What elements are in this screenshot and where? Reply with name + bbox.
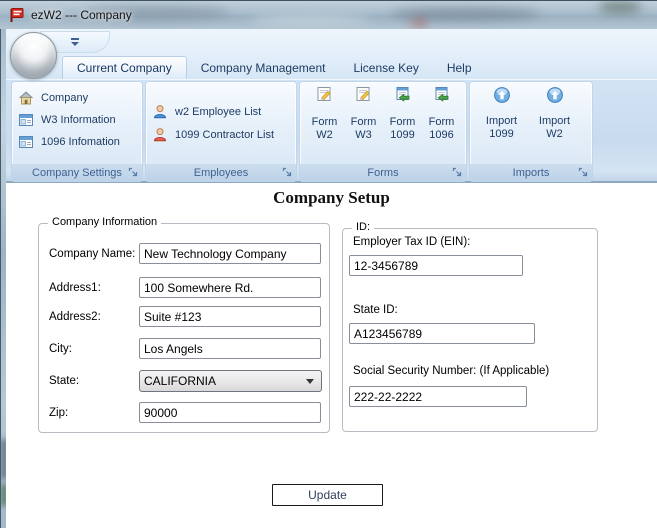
- house-icon: [19, 91, 33, 104]
- ribbon-tab-row: Current Company Company Management Licen…: [6, 56, 657, 79]
- page-title: Company Setup: [273, 188, 390, 207]
- person-blue-icon: [153, 104, 167, 118]
- ribbon-item-label: w2 Employee List: [175, 105, 262, 118]
- title-bar: ezW2 --- Company: [0, 0, 657, 29]
- window-title: ezW2 --- Company: [31, 8, 132, 22]
- company-name-label: Company Name:: [49, 247, 136, 260]
- tab-license-key[interactable]: License Key: [339, 56, 432, 79]
- application-menu-button[interactable]: [10, 32, 57, 79]
- city-label: City:: [49, 342, 72, 355]
- address1-label: Address1:: [49, 281, 101, 294]
- ein-field[interactable]: [349, 255, 523, 276]
- address2-label: Address2:: [49, 310, 101, 323]
- ribbon-group-imports: Import 1099 Import W2 Imports: [470, 82, 592, 181]
- button-label-line1: Form: [311, 116, 338, 128]
- group-label: Forms: [367, 166, 399, 179]
- form-1096-button[interactable]: Form 1096: [422, 86, 461, 142]
- id-groupbox: ID: Employer Tax ID (EIN): State ID: Soc…: [342, 221, 598, 432]
- ribbon-group-company-settings: Company W3 Information 1096 Infomation C…: [12, 82, 142, 181]
- ribbon-group-employees: w2 Employee List 1099 Contractor List Em…: [146, 82, 296, 181]
- document-arrow-icon: [435, 87, 449, 102]
- import-icon: [493, 87, 510, 103]
- import-icon: [546, 87, 563, 103]
- ssn-field[interactable]: [349, 386, 527, 407]
- group-label: Imports: [512, 166, 550, 179]
- zip-field[interactable]: [139, 402, 321, 423]
- ribbon-item-label: Company: [41, 91, 89, 104]
- ribbon-group-footer: Imports: [470, 164, 592, 181]
- ssn-label: Social Security Number: (If Applicable): [353, 365, 550, 377]
- company-information-groupbox: Company Information Company Name: Addres…: [38, 216, 330, 433]
- edit-document-icon: [317, 87, 331, 101]
- dialog-launcher-icon[interactable]: [282, 167, 293, 178]
- dialog-launcher-icon[interactable]: [452, 167, 463, 178]
- glass-blur-decoration: [250, 15, 370, 25]
- ribbon-item-w2-employee-list[interactable]: w2 Employee List: [146, 103, 296, 120]
- state-id-label: State ID:: [353, 304, 398, 316]
- button-label-line2: 1096: [429, 129, 454, 141]
- ribbon: Company W3 Information 1096 Infomation C…: [6, 79, 657, 183]
- document-arrow-icon: [396, 87, 410, 102]
- ribbon-group-forms: Form W2 Form W3 Form 1099 Form 1096 Form…: [300, 82, 466, 181]
- dialog-launcher-icon[interactable]: [128, 167, 139, 178]
- glass-blur-decoration: [598, 1, 642, 13]
- button-label-line1: Form: [389, 116, 416, 128]
- state-label: State:: [49, 374, 80, 387]
- ribbon-group-footer: Company Settings: [12, 164, 142, 181]
- chevron-down-icon: [306, 379, 314, 384]
- form-w3-button[interactable]: Form W3: [344, 86, 383, 142]
- update-button[interactable]: Update: [272, 484, 383, 506]
- button-label-line1: Form: [350, 116, 377, 128]
- ribbon-item-company[interactable]: Company: [12, 89, 142, 106]
- edit-document-icon: [356, 87, 370, 101]
- ribbon-item-1099-contractor-list[interactable]: 1099 Contractor List: [146, 126, 296, 143]
- button-label-line2: W2: [546, 128, 563, 140]
- app-icon[interactable]: [8, 7, 25, 24]
- city-field[interactable]: [139, 338, 321, 359]
- form-icon: [19, 135, 33, 148]
- form-w2-button[interactable]: Form W2: [305, 86, 344, 142]
- state-select[interactable]: CALIFORNIA: [139, 370, 322, 392]
- import-1099-button[interactable]: Import 1099: [475, 86, 528, 141]
- group-label: Company Settings: [32, 166, 122, 179]
- ribbon-group-footer: Employees: [146, 164, 296, 181]
- company-name-field[interactable]: [139, 243, 321, 264]
- button-label-line1: Form: [428, 116, 455, 128]
- state-select-value: CALIFORNIA: [144, 374, 217, 388]
- ribbon-item-1096-information[interactable]: 1096 Infomation: [12, 133, 142, 150]
- address2-field[interactable]: [139, 306, 321, 327]
- tab-company-management[interactable]: Company Management: [187, 56, 340, 79]
- state-id-field[interactable]: [349, 323, 535, 344]
- address1-field[interactable]: [139, 277, 321, 298]
- button-label-line2: 1099: [489, 128, 514, 140]
- form-1099-button[interactable]: Form 1099: [383, 86, 422, 142]
- ribbon-item-label: W3 Information: [41, 113, 116, 126]
- form-icon: [19, 113, 33, 126]
- ribbon-group-footer: Forms: [300, 164, 466, 181]
- glass-blur-decoration: [410, 19, 428, 27]
- groupbox-legend: Company Information: [48, 216, 162, 228]
- groupbox-legend: ID:: [352, 221, 375, 233]
- button-label-line2: W3: [355, 129, 372, 141]
- person-red-icon: [153, 127, 167, 141]
- ribbon-item-label: 1099 Contractor List: [175, 128, 275, 141]
- button-label-line1: Import: [538, 115, 571, 127]
- tab-help[interactable]: Help: [433, 56, 486, 79]
- import-w2-button[interactable]: Import W2: [528, 86, 581, 141]
- button-label-line2: W2: [316, 129, 333, 141]
- dialog-launcher-icon[interactable]: [578, 167, 589, 178]
- ein-label: Employer Tax ID (EIN):: [353, 236, 471, 248]
- tab-current-company[interactable]: Current Company: [62, 56, 187, 79]
- zip-label: Zip:: [49, 406, 69, 419]
- qat-dropdown-icon[interactable]: [71, 38, 80, 47]
- ribbon-item-w3-information[interactable]: W3 Information: [12, 111, 142, 128]
- group-label: Employees: [193, 166, 249, 179]
- button-label-line2: 1099: [390, 129, 415, 141]
- ribbon-item-label: 1096 Infomation: [41, 135, 120, 148]
- button-label-line1: Import: [485, 115, 518, 127]
- main-content: Company Setup Company Information Compan…: [6, 183, 657, 528]
